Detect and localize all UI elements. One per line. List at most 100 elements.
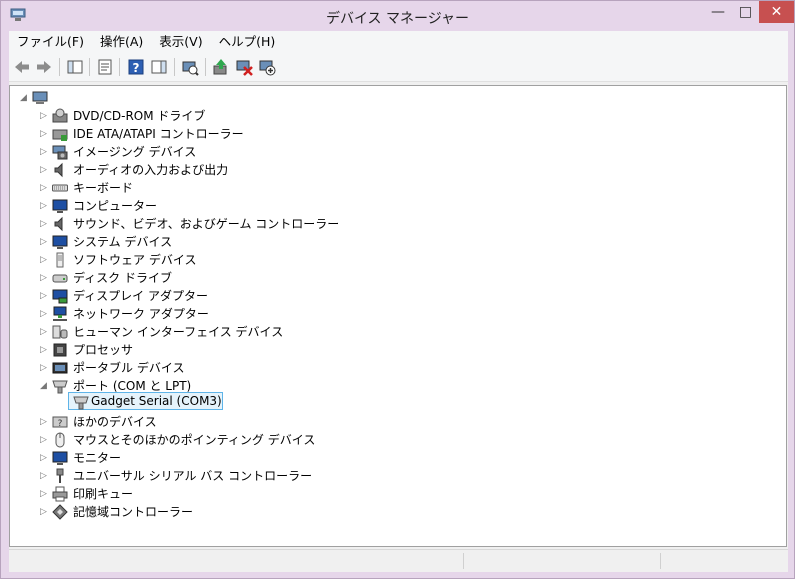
menu-view[interactable]: 表示(V) [151, 31, 210, 53]
expand-arrow-icon[interactable]: ▷ [39, 125, 48, 143]
tree-item-label: Gadget Serial (COM3) [91, 394, 222, 408]
collapse-arrow-icon[interactable]: ◢ [19, 89, 28, 107]
tree-item[interactable]: ▷ ネットワーク アダプター [10, 305, 410, 323]
minimize-button[interactable]: — [704, 1, 732, 23]
expand-arrow-icon[interactable]: ▷ [39, 485, 48, 503]
expand-arrow-icon[interactable]: ▷ [39, 161, 48, 179]
tree-item-label: ディスク ドライブ [73, 271, 172, 285]
tree-item[interactable]: ▷ ユニバーサル シリアル バス コントローラー [10, 467, 410, 485]
expand-arrow-icon[interactable]: ▷ [39, 467, 48, 485]
expand-arrow-icon[interactable]: ▷ [39, 287, 48, 305]
expand-arrow-icon[interactable]: ▷ [39, 413, 48, 431]
title-bar[interactable]: デバイス マネージャー — □ ✕ [1, 1, 794, 31]
tree-root[interactable]: ◢ [10, 89, 210, 107]
expand-arrow-icon[interactable]: ▷ [39, 215, 48, 233]
tree-item[interactable]: ▷ モニター [10, 449, 410, 467]
tree-item-label: マウスとそのほかのポインティング デバイス [73, 433, 316, 447]
hid-icon [52, 325, 68, 339]
keyboard-icon [52, 184, 68, 192]
monitor-icon [52, 451, 68, 465]
processor-icon [53, 343, 67, 357]
expand-arrow-icon[interactable]: ▷ [39, 197, 48, 215]
menu-file[interactable]: ファイル(F) [9, 31, 92, 53]
computer-icon [32, 91, 48, 104]
tree-item[interactable]: ▷ ? ほかのデバイス [10, 413, 410, 431]
window-title: デバイス マネージャー [325, 11, 470, 27]
tree-item-label: ネットワーク アダプター [73, 307, 209, 321]
device-tree[interactable]: ◢ ▷ DVD/CD-ROM ドライブ ▷ IDE ATA/ATAPI コントロ… [9, 85, 787, 547]
help-icon[interactable]: ? [127, 58, 145, 76]
speaker-icon [54, 162, 63, 178]
expand-arrow-icon[interactable]: ▷ [39, 305, 48, 323]
tree-item[interactable]: ▷ ポータブル デバイス [10, 359, 410, 377]
monitor-icon [52, 199, 68, 213]
toolbar-separator [119, 58, 120, 76]
tree-item[interactable]: ▷ マウスとそのほかのポインティング デバイス [10, 431, 410, 449]
tree-item[interactable]: ▷ システム デバイス [10, 233, 410, 251]
expand-arrow-icon[interactable]: ▷ [39, 269, 48, 287]
console-tree-icon[interactable] [66, 58, 84, 76]
expand-arrow-icon[interactable]: ▷ [39, 431, 48, 449]
tree-item-selected[interactable]: Gadget Serial (COM3) [68, 392, 223, 410]
action-pane-icon[interactable] [150, 58, 168, 76]
camera-icon [52, 145, 68, 160]
tree-item[interactable]: ▷ ディスク ドライブ [10, 269, 410, 287]
arrow-left-icon[interactable] [13, 58, 31, 76]
tree-item[interactable]: ▷ ディスプレイ アダプター [10, 287, 410, 305]
tree-item[interactable]: ▷ ソフトウェア デバイス [10, 251, 410, 269]
tree-item-label: コンピューター [73, 199, 158, 213]
portable-device-icon [52, 362, 68, 374]
tree-item-label: システム デバイス [73, 235, 173, 249]
port-icon [52, 380, 68, 394]
tree-item[interactable]: ▷ IDE ATA/ATAPI コントローラー [10, 125, 410, 143]
menu-bar: ファイル(F) 操作(A) 表示(V) ヘルプ(H) [9, 31, 788, 53]
properties-icon[interactable] [96, 58, 114, 76]
tree-item-label: イメージング デバイス [73, 145, 197, 159]
tree-item-label: オーディオの入力および出力 [73, 163, 229, 177]
expand-arrow-icon[interactable]: ▷ [39, 143, 48, 161]
monitor-icon [52, 235, 68, 249]
uninstall-icon[interactable] [235, 58, 253, 76]
maximize-button[interactable]: □ [732, 1, 759, 23]
menu-action[interactable]: 操作(A) [92, 31, 151, 53]
tree-item-label: ヒューマン インターフェイス デバイス [73, 325, 284, 339]
collapse-arrow-icon[interactable]: ◢ [39, 377, 48, 395]
scan-hardware-icon[interactable] [181, 58, 199, 76]
tree-item-label: ユニバーサル シリアル バス コントローラー [73, 469, 313, 483]
tree-item-label: キーボード [73, 181, 134, 195]
expand-arrow-icon[interactable]: ▷ [39, 449, 48, 467]
arrow-right-icon[interactable] [35, 58, 53, 76]
tree-item[interactable]: ▷ イメージング デバイス [10, 143, 410, 161]
update-driver-icon[interactable] [212, 58, 230, 76]
expand-arrow-icon[interactable]: ▷ [39, 179, 48, 197]
expand-arrow-icon[interactable]: ▷ [39, 341, 48, 359]
expand-arrow-icon[interactable]: ▷ [39, 503, 48, 521]
tree-item[interactable]: ▷ プロセッサ [10, 341, 410, 359]
tree-item[interactable]: ▷ コンピューター [10, 197, 410, 215]
expand-arrow-icon[interactable]: ▷ [39, 359, 48, 377]
tree-item[interactable]: ▷ キーボード [10, 179, 410, 197]
tree-item-label: ポータブル デバイス [73, 361, 185, 375]
tree-item[interactable]: ▷ オーディオの入力および出力 [10, 161, 410, 179]
tree-item-label: プロセッサ [73, 343, 134, 357]
ide-controller-icon [52, 129, 68, 141]
expand-arrow-icon[interactable]: ▷ [39, 233, 48, 251]
expand-arrow-icon[interactable]: ▷ [39, 251, 48, 269]
tree-item[interactable]: ▷ ヒューマン インターフェイス デバイス [10, 323, 410, 341]
tree-item-label: ほかのデバイス [73, 415, 157, 429]
toolbar-separator [174, 58, 175, 76]
tree-item[interactable]: ▷ 記憶域コントローラー [10, 503, 410, 521]
tree-item[interactable]: ▷ 印刷キュー [10, 485, 410, 503]
usb-icon [56, 468, 64, 483]
tree-item[interactable]: ▷ サウンド、ビデオ、およびゲーム コントローラー [10, 215, 410, 233]
expand-arrow-icon[interactable]: ▷ [39, 107, 48, 125]
menu-help[interactable]: ヘルプ(H) [211, 31, 284, 53]
toolbar: ? [9, 53, 788, 82]
add-hardware-icon[interactable] [258, 58, 276, 76]
tree-item[interactable]: ▷ DVD/CD-ROM ドライブ [10, 107, 410, 125]
close-button[interactable]: ✕ [759, 1, 794, 23]
tree-item-label: DVD/CD-ROM ドライブ [73, 109, 206, 123]
svg-text:?: ? [58, 419, 63, 429]
expand-arrow-icon[interactable]: ▷ [39, 323, 48, 341]
network-adapter-icon [53, 306, 67, 321]
